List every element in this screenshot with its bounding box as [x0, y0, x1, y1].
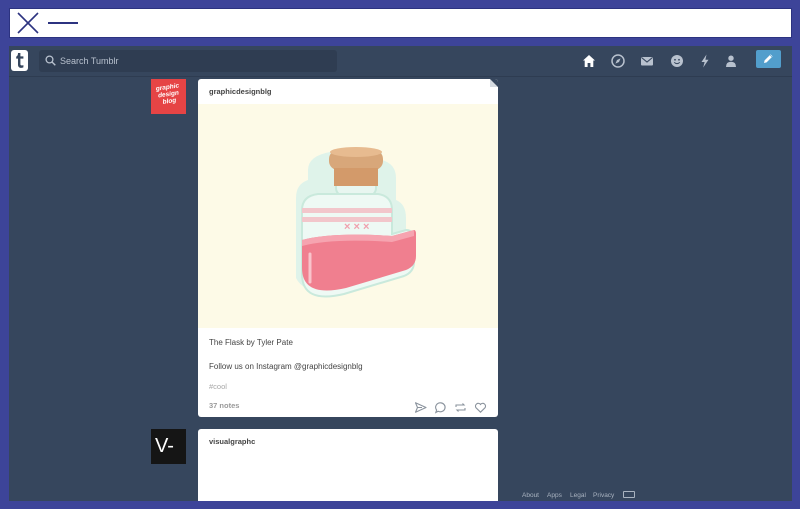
top-navigation-bar: [9, 46, 792, 77]
post-blog-name[interactable]: visualgraphc: [209, 437, 255, 446]
footer-link-legal[interactable]: Legal: [570, 492, 586, 499]
window-title-bar: [9, 8, 792, 38]
footer-link-about[interactable]: About: [522, 492, 539, 499]
footer-link-privacy[interactable]: Privacy: [593, 492, 614, 499]
account-person-icon[interactable]: [723, 53, 739, 69]
post-tag[interactable]: #cool: [209, 382, 227, 391]
keyboard-shortcuts-icon[interactable]: [623, 491, 635, 498]
post-notes-count[interactable]: 37 notes: [209, 401, 239, 410]
footer-link-apps[interactable]: Apps: [547, 492, 562, 499]
svg-text:× × ×: × × ×: [344, 221, 369, 233]
close-icon[interactable]: [16, 11, 40, 35]
post-image[interactable]: × × ×: [198, 104, 498, 328]
post-card: visualgraphc: [198, 429, 498, 501]
post-avatar[interactable]: V-: [151, 429, 186, 464]
search-bar[interactable]: [39, 50, 337, 72]
messaging-smiley-icon[interactable]: [669, 53, 685, 69]
tumblr-logo-icon[interactable]: [11, 50, 28, 71]
avatar-lettering: graphic design blog: [155, 82, 180, 106]
post-caption-body: Follow us on Instagram @graphicdesignblg: [209, 362, 363, 371]
avatar-lettering: V-: [155, 435, 174, 457]
flask-illustration: × × ×: [296, 147, 416, 298]
share-icon[interactable]: [414, 401, 427, 414]
post-card: graphicdesignblg × × × The Flask by Tyle…: [198, 79, 498, 417]
activity-lightning-icon[interactable]: [697, 53, 713, 69]
minimize-icon[interactable]: [48, 22, 78, 24]
like-heart-icon[interactable]: [474, 401, 487, 414]
post-caption-title: The Flask by Tyler Pate: [209, 338, 293, 347]
reply-icon[interactable]: [434, 401, 447, 414]
inbox-mail-icon[interactable]: [639, 53, 655, 69]
tumblr-dashboard: graphic design blog graphicdesignblg × ×…: [9, 46, 792, 501]
post-avatar[interactable]: graphic design blog: [151, 79, 186, 114]
compose-button[interactable]: [756, 50, 781, 68]
explore-compass-icon[interactable]: [610, 53, 626, 69]
reblog-icon[interactable]: [454, 401, 467, 414]
post-fold-corner: [490, 79, 498, 87]
compose-pencil-icon: [764, 54, 773, 63]
post-blog-name[interactable]: graphicdesignblg: [209, 87, 272, 96]
home-icon[interactable]: [581, 53, 597, 69]
search-icon: [45, 55, 56, 66]
search-input[interactable]: [60, 50, 330, 72]
